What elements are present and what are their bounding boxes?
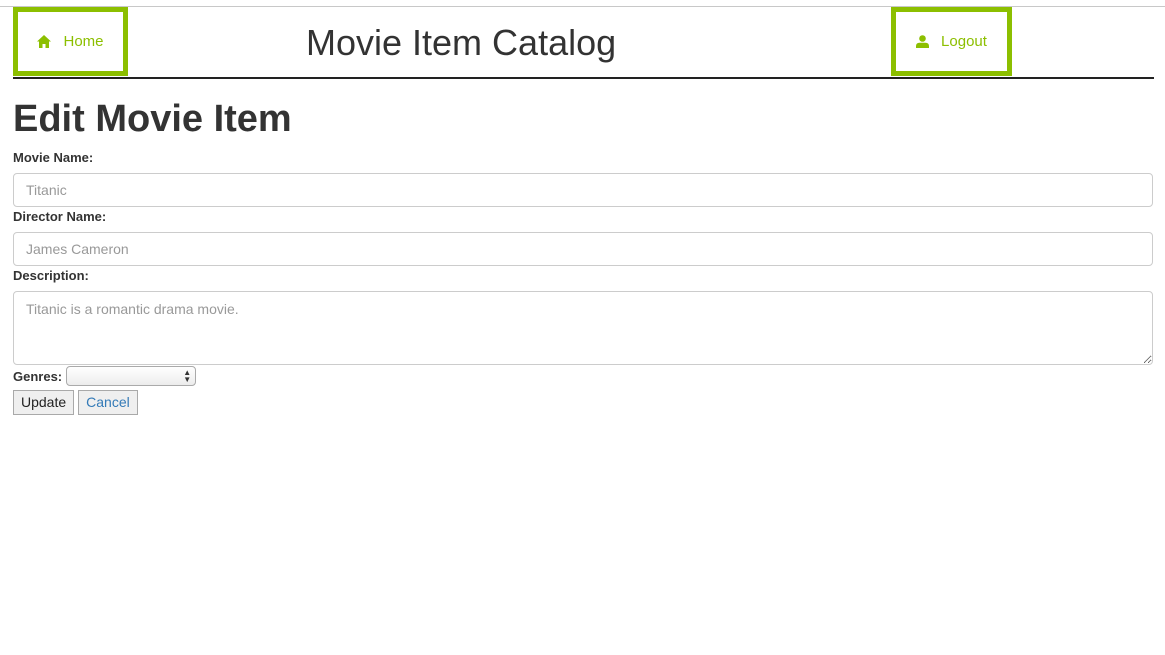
page-header: Home Movie Item Catalog Logout [13,7,1154,79]
update-button[interactable]: Update [13,390,75,415]
home-button[interactable]: Home [13,7,128,76]
description-label: Description: [13,268,89,283]
movie-name-input[interactable] [13,173,1153,207]
director-name-label: Director Name: [13,209,107,224]
form-actions: Update Cancel [13,390,138,415]
home-icon [37,35,52,48]
logout-button[interactable]: Logout [891,7,1012,76]
logout-label: Logout [941,33,987,50]
select-arrows-icon: ▲ ▼ [183,368,192,384]
site-title: Movie Item Catalog [306,22,617,63]
description-textarea[interactable] [13,291,1153,365]
home-label: Home [63,33,104,50]
genres-label: Genres: [13,368,63,384]
cancel-button[interactable]: Cancel [78,390,138,415]
movie-name-label: Movie Name: [13,150,94,165]
genres-row: Genres: ▲ ▼ [13,366,197,386]
genres-select[interactable]: ▲ ▼ [66,366,197,386]
user-icon [916,35,930,48]
director-name-input[interactable] [13,232,1153,266]
page-title: Edit Movie Item [13,98,292,140]
